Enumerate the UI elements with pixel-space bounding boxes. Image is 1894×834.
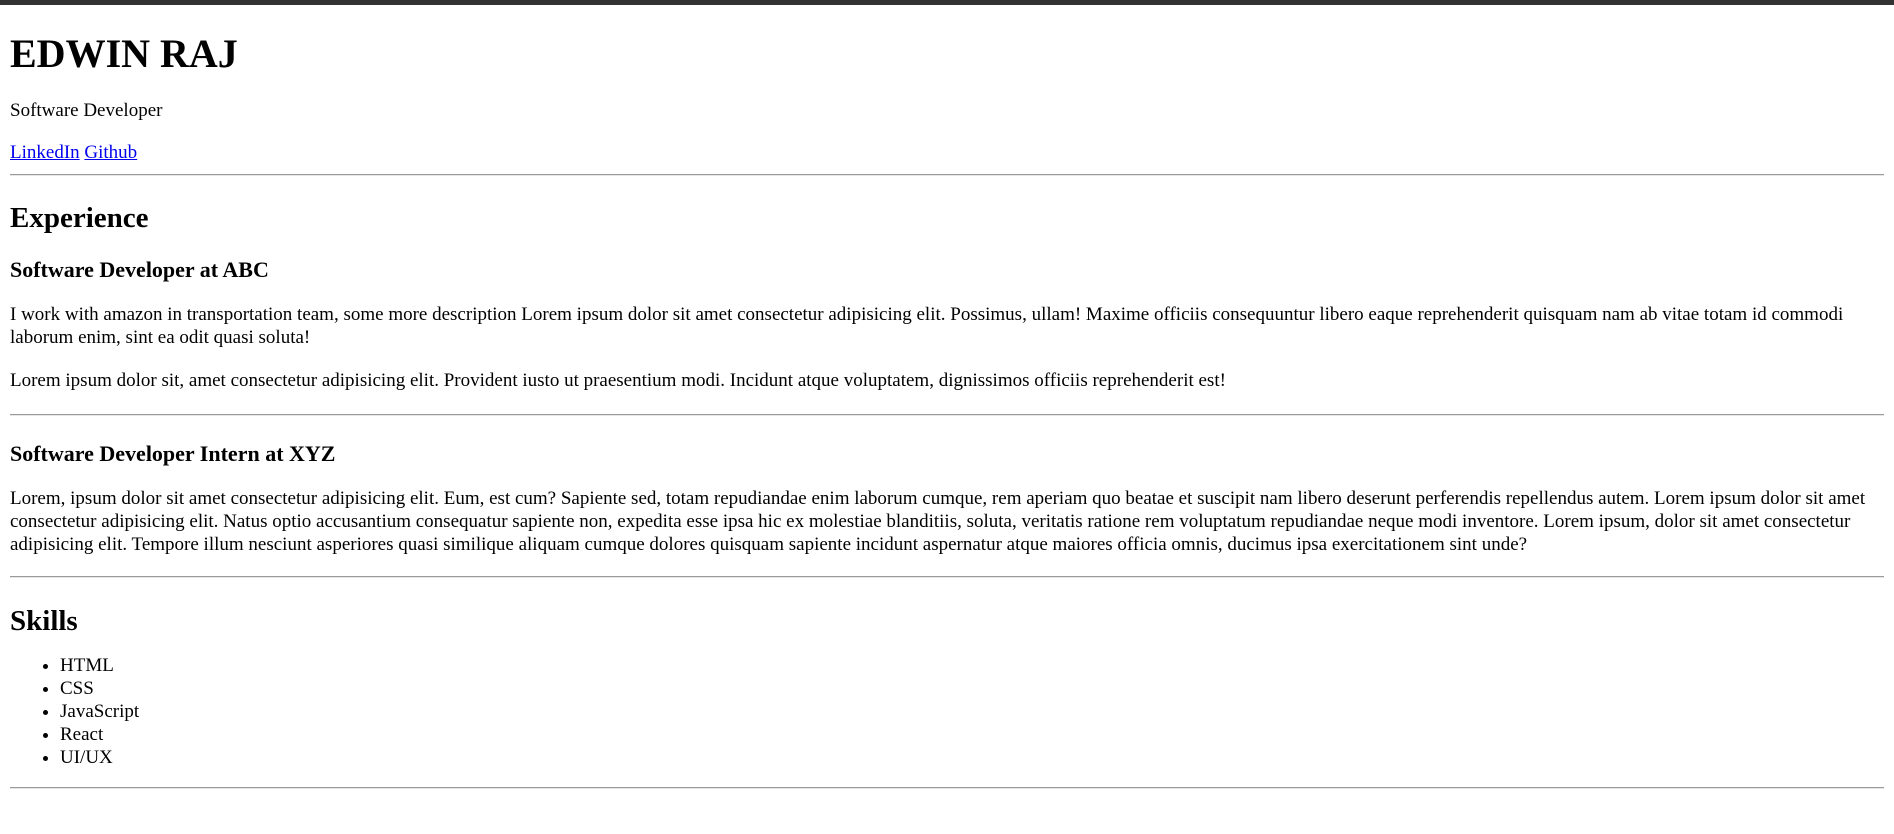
job-description-abc-1: I work with amazon in transportation tea… (10, 304, 1844, 349)
social-links: LinkedIn Github (10, 142, 1884, 165)
job-role: Software Developer (10, 100, 163, 121)
github-link[interactable]: Github (84, 142, 137, 163)
skill-item: React (60, 723, 1884, 746)
job-title-abc: Software Developer at ABC (10, 256, 269, 282)
skills-heading: Skills (10, 605, 78, 638)
skill-item: JavaScript (60, 700, 1884, 723)
skill-item: UI/UX (60, 746, 1884, 769)
skill-item: HTML (60, 654, 1884, 677)
divider (10, 786, 1884, 789)
skill-item: CSS (60, 677, 1884, 700)
skills-list: HTML CSS JavaScript React UI/UX (10, 654, 1884, 769)
job-description-abc-2: Lorem ipsum dolor sit, amet consectetur … (10, 369, 1226, 391)
experience-heading: Experience (10, 201, 149, 234)
linkedin-link[interactable]: LinkedIn (10, 142, 80, 163)
browser-top-bar (0, 0, 1894, 5)
resume-page: EDWIN RAJ Software Developer LinkedIn Gi… (0, 32, 1894, 789)
divider (10, 173, 1884, 176)
divider (10, 413, 1884, 416)
job-description-xyz: Lorem, ipsum dolor sit amet consectetur … (10, 487, 1866, 555)
divider (10, 576, 1884, 579)
page-title: EDWIN RAJ (10, 31, 238, 76)
job-title-xyz: Software Developer Intern at XYZ (10, 440, 336, 466)
